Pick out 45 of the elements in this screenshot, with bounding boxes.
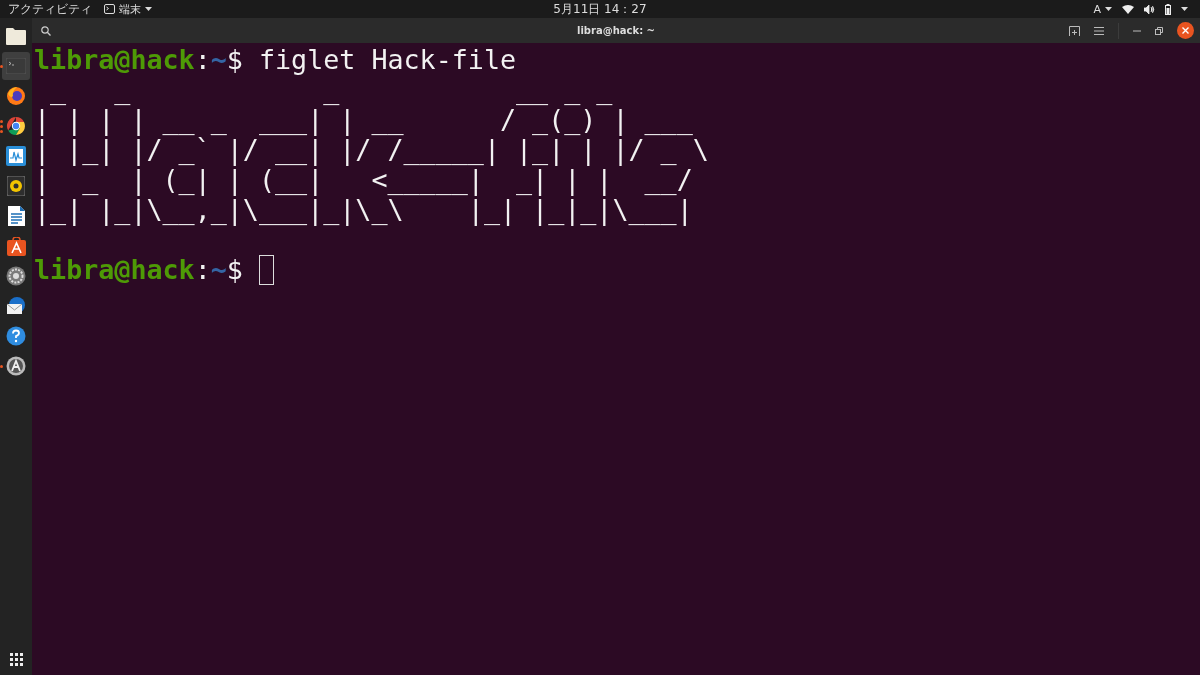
- ascii-art-line: _ _ _ __ _ _: [49, 75, 613, 105]
- terminal-icon: [6, 58, 26, 74]
- prompt-symbol: $: [226, 45, 243, 75]
- terminal-icon: [104, 4, 115, 14]
- app-menu[interactable]: 端末: [104, 1, 152, 17]
- shopping-bag-icon: [6, 236, 26, 256]
- speaker-volume-icon[interactable]: [1144, 4, 1155, 14]
- new-tab-icon[interactable]: [1069, 25, 1080, 36]
- command-text: figlet Hack-file: [258, 45, 516, 75]
- restore-icon[interactable]: [1155, 26, 1163, 35]
- ascii-art-line: | | | | __ _ ___| | __ / _(_) | ___: [34, 105, 693, 135]
- prompt-path: ~: [210, 45, 227, 75]
- prompt-separator: :: [194, 45, 211, 75]
- tricolor-circle-icon: [6, 116, 26, 136]
- prompt-separator: :: [194, 255, 211, 285]
- window-title: libra@hack: ~: [577, 25, 655, 36]
- help-icon: [6, 326, 26, 346]
- envelope-icon: [6, 297, 26, 315]
- flame-globe-icon: [6, 86, 26, 106]
- prompt-user-host: libra@hack: [34, 45, 195, 75]
- close-icon[interactable]: [1177, 22, 1194, 39]
- prompt-symbol: $: [226, 255, 243, 285]
- monitor-chart-icon: [6, 146, 26, 166]
- ascii-art-line: |_| |_|\__,_|\___|_|\_\ |_| |_|_|\___|: [34, 195, 693, 225]
- activities-button[interactable]: アクティビティ: [8, 0, 92, 18]
- search-icon[interactable]: [41, 25, 51, 36]
- caret-icon: [145, 7, 152, 11]
- menu-icon[interactable]: [1094, 26, 1104, 35]
- battery-icon[interactable]: [1165, 3, 1171, 15]
- prompt-user-host: libra@hack: [34, 255, 195, 285]
- caret-icon[interactable]: [1181, 7, 1188, 11]
- folder-icon: [6, 27, 26, 45]
- ascii-art-line: | _ | (_| | (__| <_____| _| | | __/: [34, 165, 693, 195]
- input-method-menu[interactable]: A: [1093, 2, 1112, 16]
- document-icon: [7, 206, 25, 226]
- gear-icon: [6, 266, 26, 286]
- prompt-path: ~: [210, 255, 227, 285]
- caret-icon: [1105, 7, 1112, 11]
- ascii-art-line: | |_| |/ _` |/ __| |/ /_____| |_| | |/ _ \: [34, 135, 709, 165]
- a-circle-icon: [6, 356, 26, 376]
- speaker-icon: [7, 176, 25, 196]
- app-grid-icon[interactable]: [9, 653, 23, 666]
- clock[interactable]: 5月11日 14：27: [553, 0, 647, 18]
- minimize-icon[interactable]: [1133, 29, 1141, 32]
- wifi-icon[interactable]: [1122, 4, 1134, 14]
